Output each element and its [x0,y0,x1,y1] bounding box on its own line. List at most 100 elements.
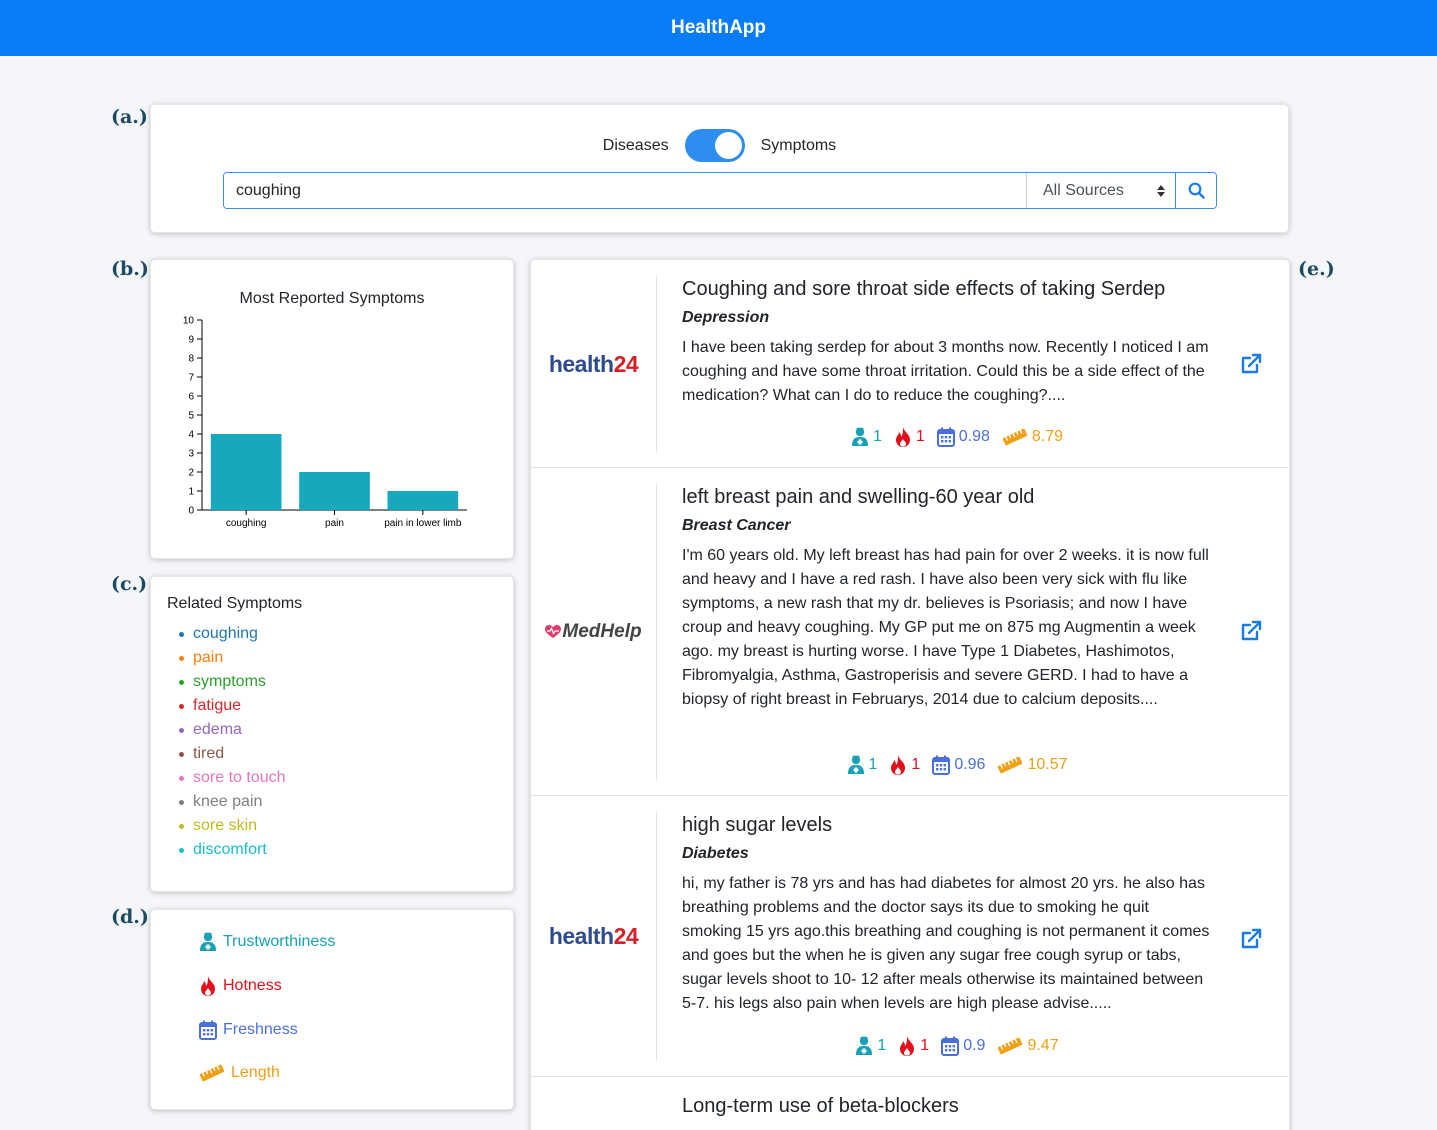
metric-freshness: 0.9 [941,1036,985,1056]
related-symptoms-card: Related Symptoms coughing pain symptoms … [150,576,514,892]
result-item: health24 high sugar levels Diabetes hi, … [531,796,1289,1077]
related-symptoms-list: coughing pain symptoms fatigue edema tir… [179,622,286,862]
metric-hotness-value: 1 [920,1037,930,1054]
fire-icon [201,976,215,996]
related-symptom-label: knee pain [193,793,263,810]
fire-icon [900,1036,915,1056]
result-title[interactable]: Coughing and sore throat side effects of… [682,278,1165,301]
search-button[interactable] [1175,173,1216,208]
y-tick-label: 5 [188,411,194,422]
related-symptom-item[interactable]: sore skin [179,814,286,838]
y-tick-label: 3 [188,449,194,460]
source-select-value: All Sources [1043,181,1124,199]
related-symptoms-title: Related Symptoms [167,595,303,612]
metric-trust: 1 [847,755,877,775]
related-symptom-label: fatigue [193,697,242,714]
related-symptom-item[interactable]: pain [179,646,286,670]
ruler-icon [998,1037,1023,1055]
related-symptom-item[interactable]: coughing [179,622,286,646]
external-link-icon[interactable] [1239,619,1263,643]
bullet-dot [179,631,184,637]
related-symptom-item[interactable]: symptoms [179,670,286,694]
panel-label-a: (a.) [111,106,148,128]
chart-bar [387,491,459,510]
source-logo: MedHelp [531,484,657,780]
related-symptom-label: pain [193,649,224,666]
related-symptom-item[interactable]: discomfort [179,838,286,862]
medhelp-logo: MedHelp [545,621,642,643]
metric-freshness: 0.96 [932,755,985,775]
doctor-icon [200,932,216,951]
metric-freshness-value: 0.98 [958,428,990,445]
legend-length-label: Length [231,1064,280,1081]
metric-trust: 1 [851,427,882,447]
chart-card: Most Reported Symptoms 0 1 2 3 4 5 6 7 8 9 10 cough… [150,259,514,559]
ruler-icon [199,1064,225,1082]
ruler-icon [998,756,1023,774]
metric-length: 10.57 [997,755,1068,775]
result-item: health24 Coughing and sore throat side e… [531,260,1289,468]
metric-length: 9.47 [997,1036,1059,1056]
metric-hotness-value: 1 [911,756,921,773]
result-title[interactable]: left breast pain and swelling-60 year ol… [682,486,1034,509]
result-item: MedHelp left breast pain and swelling-60… [531,468,1289,796]
metric-trust: 1 [855,1036,886,1056]
metric-freshness: 0.98 [936,427,990,447]
metric-trust-value: 1 [877,1037,887,1054]
legend-trustworthiness-label: Trustworthiness [223,933,336,950]
bar-chart: 0 1 2 3 4 5 6 7 8 9 10 coughing pain pain in lower li… [183,316,467,529]
health24-logo: health24 [548,350,639,377]
bullet-dot [179,847,184,853]
bullet-dot [179,823,184,829]
bullet-dot [179,799,184,805]
medhelp-heart-icon [545,625,562,638]
legend-length: Length [199,1064,280,1082]
diseases-symptoms-toggle[interactable] [684,129,745,162]
panel-label-c: (c.) [111,573,148,595]
y-tick-label: 10 [183,316,195,327]
y-tick-label: 6 [188,392,194,403]
y-tick-label: 2 [188,468,194,479]
toggle-label-symptoms: Symptoms [760,136,837,154]
toggle-label-diseases: Diseases [602,136,669,154]
bullet-dot [179,655,184,661]
fire-icon [891,755,906,775]
result-metrics: 1 1 0.98 8.79 [657,427,1257,447]
app-title[interactable]: HealthApp [671,17,766,39]
metric-freshness-value: 0.9 [963,1037,986,1054]
related-symptom-item[interactable]: tired [179,742,286,766]
chart-bar [210,434,282,510]
metric-length: 8.79 [1002,427,1063,447]
metric-hotness-value: 1 [915,428,925,445]
external-link-icon[interactable] [1239,927,1263,951]
bullet-dot [179,679,184,685]
chart-bar [299,472,370,510]
search-card: Diseases Symptoms All Sources [150,104,1289,233]
metric-hotness: 1 [894,427,925,447]
related-symptom-item[interactable]: sore to touch [179,766,286,790]
related-symptom-item[interactable]: edema [179,718,286,742]
x-tick-label: pain [325,518,344,529]
source-select[interactable]: All Sources [1026,173,1175,208]
y-tick-label: 4 [188,430,194,441]
related-symptom-item[interactable]: knee pain [179,790,286,814]
panel-label-b: (b.) [111,258,149,280]
results-card: health24 Coughing and sore throat side e… [530,259,1290,1130]
y-tick-label: 7 [188,373,194,384]
result-body: hi, my father is 78 yrs and has had diab… [682,875,1210,1012]
metric-hotness: 1 [889,755,920,775]
chart-title: Most Reported Symptoms [239,290,425,307]
bullet-dot [179,775,184,781]
legend-hotness: Hotness [199,976,282,996]
result-category: Diabetes [682,845,749,862]
external-link-icon[interactable] [1239,352,1263,376]
result-title[interactable]: Long-term use of beta-blockers [682,1095,959,1118]
metric-length-value: 8.79 [1031,428,1064,445]
result-title[interactable]: high sugar levels [682,814,832,837]
search-input[interactable] [224,173,1026,208]
metric-length-value: 10.57 [1027,756,1068,773]
result-category: Breast Cancer [682,517,791,534]
related-symptom-item[interactable]: fatigue [179,694,286,718]
calendar-icon [941,1036,960,1056]
select-caret-icon [1157,184,1165,197]
